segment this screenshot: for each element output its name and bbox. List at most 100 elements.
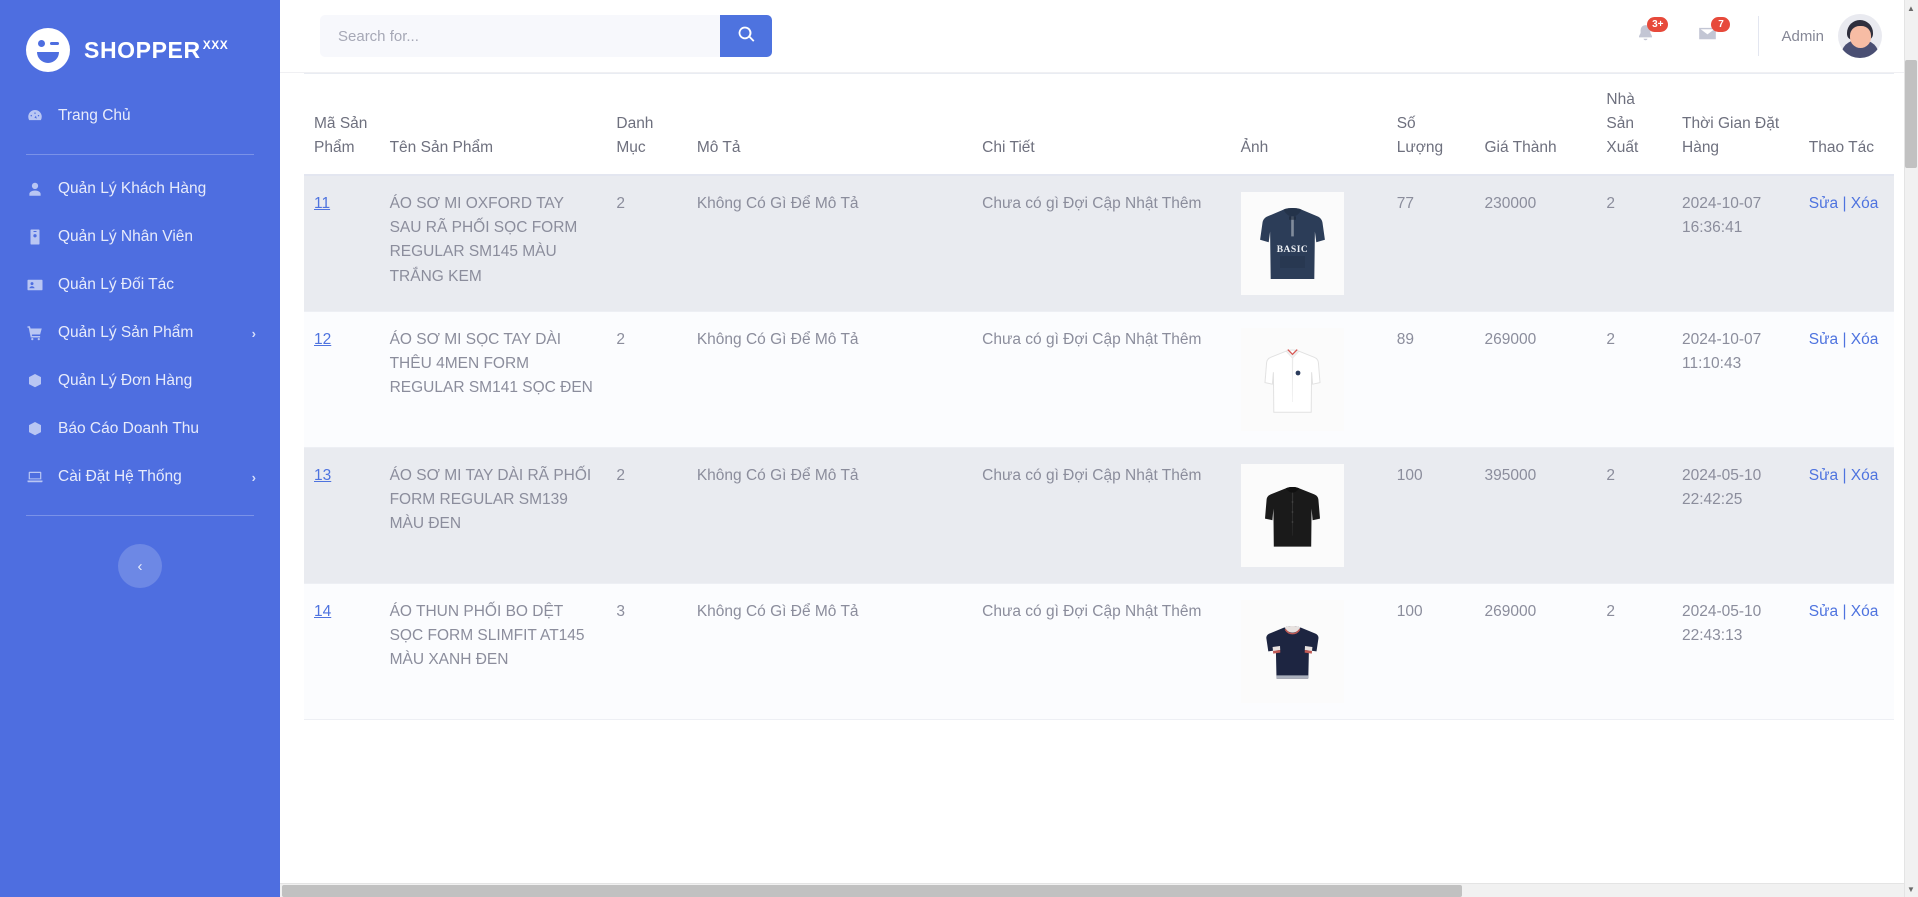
product-thumbnail-black-shirt[interactable] [1240, 464, 1344, 568]
table-row: 12 ÁO SƠ MI SỌC TAY DÀI THÊU 4MEN FORM R… [304, 311, 1894, 449]
sidebar-item-label: Trang Chủ [58, 107, 131, 124]
delete-link[interactable]: Xóa [1851, 195, 1879, 212]
vertical-scrollbar-thumb[interactable] [1905, 60, 1917, 168]
avatar-icon [1838, 14, 1882, 58]
product-thumbnail-white-shirt[interactable] [1240, 328, 1344, 432]
cell-quantity: 100 [1386, 447, 1475, 585]
action-separator: | [1842, 331, 1847, 349]
column-header-anh[interactable]: Ảnh [1230, 73, 1387, 177]
sidebar-item-label: Quản Lý Khách Hàng [58, 180, 207, 197]
cell-order-time: 2024-10-07 11:10:43 [1672, 311, 1799, 449]
topbar: 3+ 7 Admin [280, 0, 1918, 73]
edit-link[interactable]: Sửa [1809, 331, 1838, 348]
cell-order-time: 2024-10-07 16:36:41 [1672, 175, 1799, 313]
sidebar-item-quan-ly-san-pham[interactable]: Quản Lý Sản Phẩm › [0, 309, 280, 357]
cell-description: Không Có Gì Để Mô Tả [686, 447, 973, 585]
user-menu[interactable]: Admin [1781, 14, 1894, 58]
cell-image [1230, 583, 1387, 721]
horizontal-scrollbar[interactable] [280, 883, 1904, 897]
delete-link[interactable]: Xóa [1851, 467, 1879, 484]
dashboard-icon [26, 107, 44, 125]
sidebar-item-label: Cài Đặt Hệ Thống [58, 468, 182, 485]
table-head: Mã Sản Phẩm Tên Sản Phẩm Danh Mục Mô Tả … [304, 73, 1894, 177]
main-area: 3+ 7 Admin [280, 0, 1918, 897]
edit-link[interactable]: Sửa [1809, 603, 1838, 620]
product-id-link[interactable]: 12 [314, 331, 331, 348]
box-icon [26, 372, 44, 390]
sidebar-item-quan-ly-nhan-vien[interactable]: Quản Lý Nhân Viên [0, 213, 280, 261]
cell-name: ÁO SƠ MI SỌC TAY DÀI THÊU 4MEN FORM REGU… [379, 311, 607, 449]
cell-id: 14 [304, 583, 380, 721]
sidebar-item-quan-ly-khach-hang[interactable]: Quản Lý Khách Hàng [0, 165, 280, 213]
product-thumbnail-navy-tshirt[interactable] [1240, 600, 1344, 704]
cell-image: BASIC [1230, 175, 1387, 313]
alerts-button[interactable]: 3+ [1616, 11, 1674, 61]
cell-category: 3 [606, 583, 687, 721]
cell-id: 12 [304, 311, 380, 449]
sidebar-item-label: Quản Lý Đối Tác [58, 276, 175, 293]
cell-detail: Chưa có gì Đợi Cập Nhật Thêm [972, 447, 1231, 585]
table-row: 13 ÁO SƠ MI TAY DÀI RÃ PHỐI FORM REGULAR… [304, 447, 1894, 585]
edit-link[interactable]: Sửa [1809, 195, 1838, 212]
cell-category: 2 [606, 447, 687, 585]
sidebar-item-bao-cao-doanh-thu[interactable]: Báo Cáo Doanh Thu [0, 405, 280, 453]
cell-order-time: 2024-05-10 22:43:13 [1672, 583, 1799, 721]
cell-actions: Sửa | Xóa [1798, 175, 1894, 313]
sidebar-item-quan-ly-don-hang[interactable]: Quản Lý Đơn Hàng [0, 357, 280, 405]
chevron-right-icon: › [251, 469, 256, 485]
action-separator: | [1842, 603, 1847, 621]
product-id-link[interactable]: 11 [314, 195, 330, 212]
cell-order-time: 2024-05-10 22:42:25 [1672, 447, 1799, 585]
sidebar-collapse-row: ‹ [0, 544, 280, 588]
brand[interactable]: SHOPPER XXX [0, 14, 280, 86]
search-input[interactable] [320, 15, 720, 57]
sidebar-collapse-button[interactable]: ‹ [118, 544, 162, 588]
vertical-scrollbar[interactable]: ▲ ▼ [1904, 0, 1918, 897]
column-header-ten-san-pham[interactable]: Tên Sản Phẩm [379, 73, 607, 177]
sidebar-item-label: Quản Lý Sản Phẩm [58, 324, 194, 341]
column-header-nha-san-xuat[interactable]: Nhà Sản Xuất [1596, 73, 1672, 177]
sidebar-item-label: Quản Lý Đơn Hàng [58, 372, 193, 389]
brand-title: SHOPPER XXX [84, 37, 228, 64]
sidebar-item-trang-chu[interactable]: Trang Chủ [0, 92, 280, 140]
scroll-down-arrow-icon[interactable]: ▼ [1904, 881, 1918, 897]
column-header-thoi-gian-dat-hang[interactable]: Thời Gian Đặt Hàng [1672, 73, 1799, 177]
column-header-so-luong[interactable]: Số Lượng [1386, 73, 1475, 177]
search-icon [737, 25, 756, 47]
column-header-danh-muc[interactable]: Danh Mục [606, 73, 687, 177]
box-icon [26, 420, 44, 438]
product-id-link[interactable]: 13 [314, 467, 331, 484]
sidebar-item-quan-ly-doi-tac[interactable]: Quản Lý Đối Tác [0, 261, 280, 309]
delete-link[interactable]: Xóa [1851, 331, 1879, 348]
cell-detail: Chưa có gì Đợi Cập Nhật Thêm [972, 311, 1231, 449]
table-row: 11 ÁO SƠ MI OXFORD TAY SAU RÃ PHỐI SỌC F… [304, 175, 1894, 313]
search-button[interactable] [720, 15, 772, 57]
edit-link[interactable]: Sửa [1809, 467, 1838, 484]
brand-name: SHOPPER [84, 36, 201, 63]
cell-price: 230000 [1474, 175, 1597, 313]
content-area: Mã Sản Phẩm Tên Sản Phẩm Danh Mục Mô Tả … [280, 73, 1918, 897]
cell-description: Không Có Gì Để Mô Tả [686, 311, 973, 449]
column-header-chi-tiet[interactable]: Chi Tiết [972, 73, 1231, 177]
product-thumbnail-hoodie[interactable]: BASIC [1240, 192, 1344, 296]
cell-quantity: 77 [1386, 175, 1475, 313]
scroll-up-arrow-icon[interactable]: ▲ [1904, 0, 1918, 16]
cell-name: ÁO SƠ MI TAY DÀI RÃ PHỐI FORM REGULAR SM… [379, 447, 607, 585]
column-header-thao-tac[interactable]: Thao Tác [1798, 73, 1894, 177]
user-name: Admin [1781, 27, 1824, 45]
topbar-right: 3+ 7 Admin [1616, 11, 1894, 61]
cell-quantity: 100 [1386, 583, 1475, 721]
column-header-gia-thanh[interactable]: Giá Thành [1474, 73, 1597, 177]
messages-badge: 7 [1711, 17, 1731, 32]
delete-link[interactable]: Xóa [1851, 603, 1879, 620]
column-header-mo-ta[interactable]: Mô Tả [686, 73, 973, 177]
product-id-link[interactable]: 14 [314, 603, 331, 620]
horizontal-scrollbar-thumb[interactable] [282, 885, 1462, 897]
laptop-icon [26, 468, 44, 486]
column-header-ma-san-pham[interactable]: Mã Sản Phẩm [304, 73, 380, 177]
chevron-right-icon: › [251, 325, 256, 341]
cell-description: Không Có Gì Để Mô Tả [686, 583, 973, 721]
sidebar-divider-top [26, 154, 254, 155]
messages-button[interactable]: 7 [1678, 11, 1736, 61]
sidebar-item-cai-dat-he-thong[interactable]: Cài Đặt Hệ Thống › [0, 453, 280, 501]
